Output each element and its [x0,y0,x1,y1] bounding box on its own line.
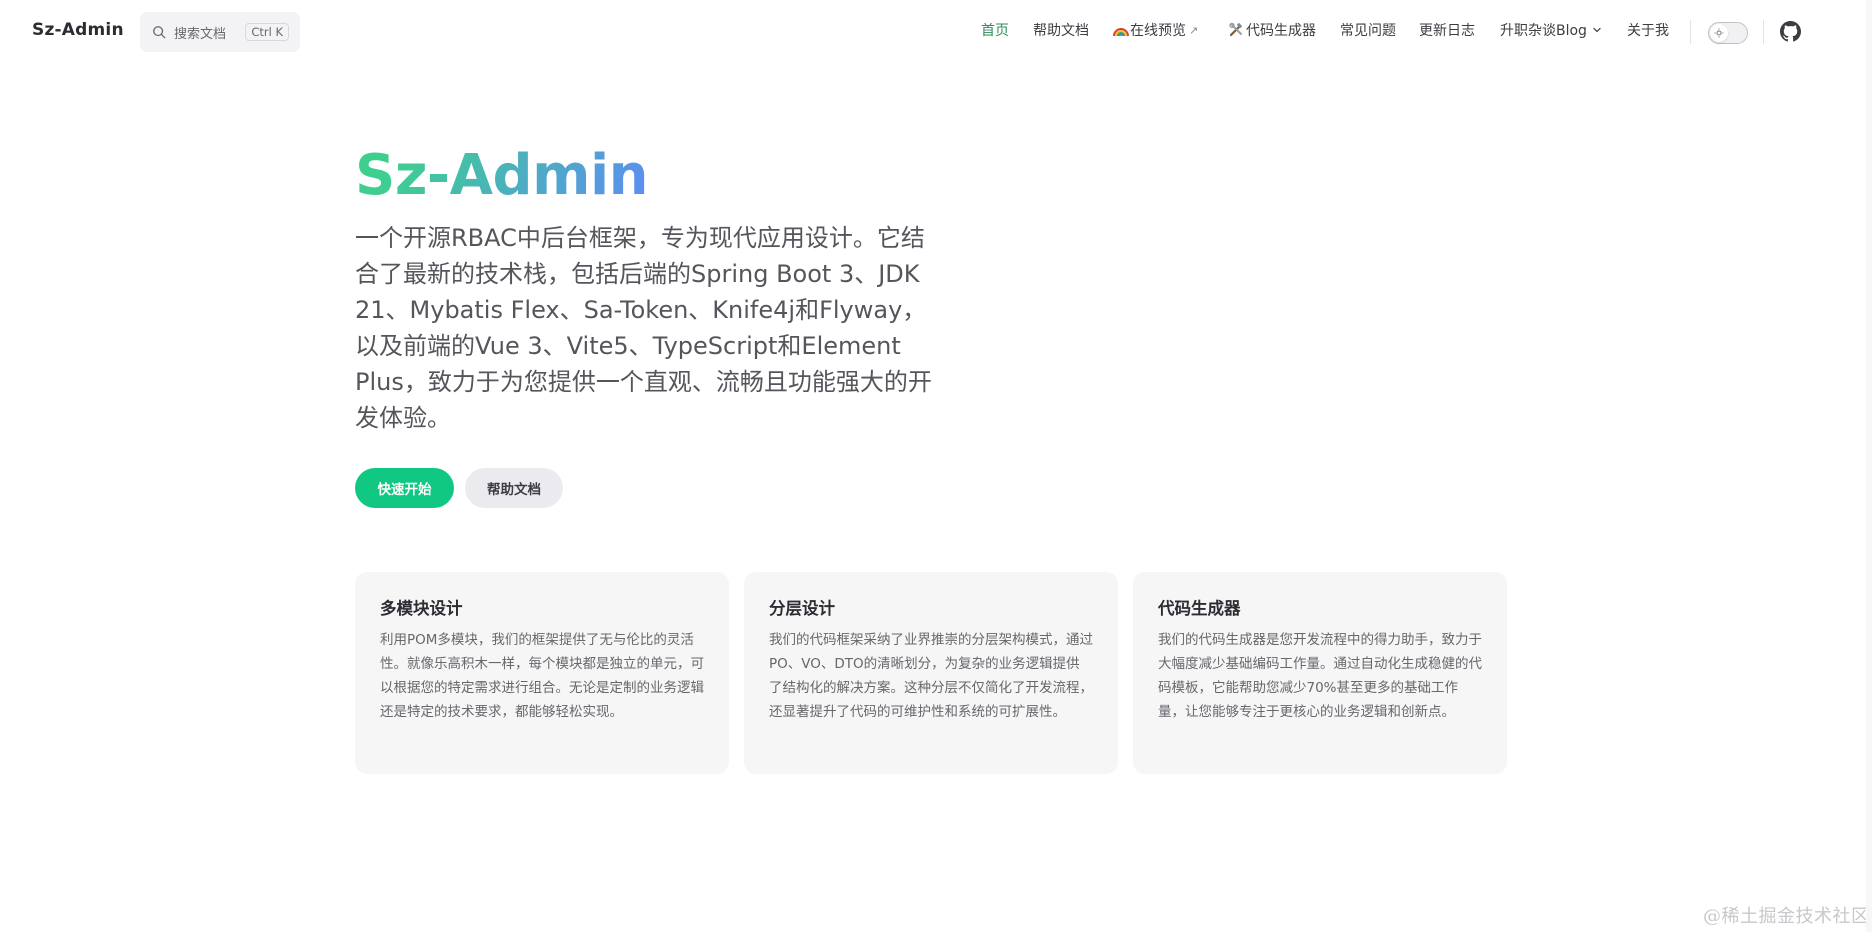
nav-item-help-docs[interactable]: 帮助文档 [1033,20,1089,40]
sun-icon [1714,28,1724,38]
github-icon[interactable] [1780,21,1801,42]
nav-item-label: 常见问题 [1340,23,1396,39]
nav-item-changelog[interactable]: 更新日志 [1419,20,1475,40]
nav-item-label: 首页 [981,23,1009,39]
feature-title: 代码生成器 [1158,599,1241,618]
feature-card: 多模块设计 利用POM多模块，我们的框架提供了无与伦比的灵活性。就像乐高积木一样… [355,572,729,774]
nav-item-code-generator[interactable]: 代码生成器 [1228,20,1316,40]
feature-title: 分层设计 [769,599,835,618]
nav-item-label: 更新日志 [1419,23,1475,39]
nav-item-blog-dropdown[interactable]: 升职杂谈Blog [1500,20,1602,40]
hero-title: Sz-Admin [355,140,649,212]
nav-divider [1763,20,1764,44]
toggle-knob [1710,24,1728,42]
feature-description: 我们的代码框架采纳了业界推崇的分层架构模式，通过PO、VO、DTO的清晰划分，为… [769,632,1093,720]
nav-item-about[interactable]: 关于我 [1627,20,1669,40]
nav-item-label: 帮助文档 [1033,23,1089,39]
feature-description: 我们的代码生成器是您开发流程中的得力助手，致力于大幅度减少基础编码工作量。通过自… [1158,632,1482,720]
hero-tagline: 一个开源RBAC中后台框架，专为现代应用设计。它结合了最新的技术栈，包括后端的S… [355,224,932,432]
chevron-down-icon [1593,27,1601,33]
nav-item-label: 代码生成器 [1246,23,1316,39]
tools-icon [1229,22,1242,37]
help-docs-button[interactable]: 帮助文档 [465,468,563,508]
theme-toggle[interactable] [1708,22,1748,44]
feature-card: 分层设计 我们的代码框架采纳了业界推崇的分层架构模式，通过PO、VO、DTO的清… [744,572,1118,774]
feature-card: 代码生成器 我们的代码生成器是您开发流程中的得力助手，致力于大幅度减少基础编码工… [1133,572,1507,774]
nav-item-faq[interactable]: 常见问题 [1340,20,1396,40]
watermark: @稀土掘金技术社区 [1703,906,1870,927]
feature-description: 利用POM多模块，我们的框架提供了无与伦比的灵活性。就像乐高积木一样，每个模块都… [380,632,704,720]
get-started-button[interactable]: 快速开始 [355,468,454,508]
nav-item-home[interactable]: 首页 [981,20,1009,40]
nav-menu: 首页 帮助文档 在线预览 ↗ 代码生成器 常见问题 更新日志 升职杂谈Blog … [0,20,1872,44]
nav-item-label: 在线预览 [1130,23,1186,39]
external-link-icon: ↗ [1189,23,1199,37]
scrollbar[interactable] [1866,0,1872,932]
nav-divider [1690,20,1691,44]
rainbow-icon [1113,28,1129,37]
nav-item-online-preview[interactable]: 在线预览 ↗ [1113,20,1198,40]
top-navbar: Sz-Admin 搜索文档 Ctrl K 首页 帮助文档 在线预览 ↗ 代码生成… [0,0,1872,64]
nav-item-label: 升职杂谈Blog [1500,23,1587,39]
nav-item-label: 关于我 [1627,23,1669,39]
feature-title: 多模块设计 [380,599,463,618]
